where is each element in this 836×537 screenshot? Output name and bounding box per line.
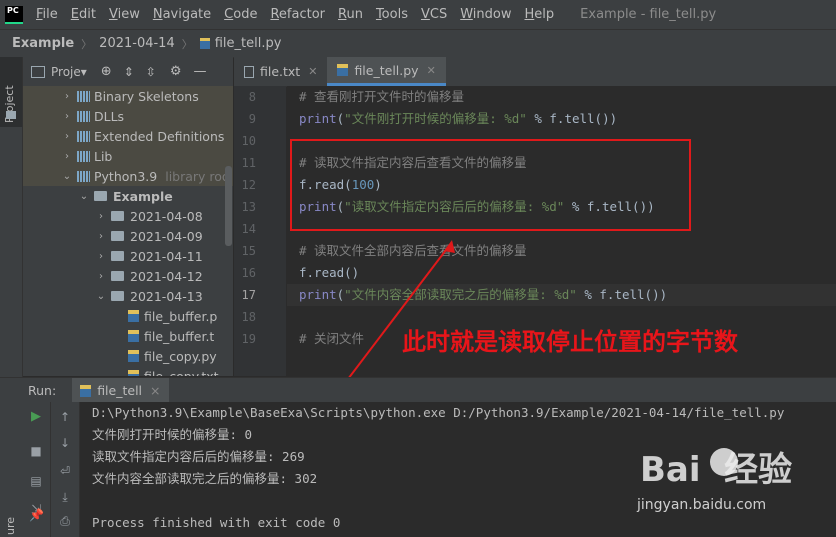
annotation-text: 此时就是读取停止位置的字节数 <box>402 328 738 356</box>
run-panel-header: Run: file_tell × <box>0 377 836 403</box>
layout-icon[interactable]: ▤ <box>29 474 43 488</box>
console-line: 文件内容全部读取完之后的偏移量: 302 <box>92 471 318 486</box>
watermark-url: jingyan.baidu.com <box>637 497 767 513</box>
console-line: Process finished with exit code 0 <box>92 515 341 530</box>
paw-icon <box>710 448 738 476</box>
run-toolbar-secondary: ↑ ↓ ⏎ ⤓ ⎙ <box>51 402 80 537</box>
run-label: Run: <box>28 383 57 398</box>
soft-wrap-icon[interactable]: ⏎ <box>58 464 72 478</box>
python-file-icon <box>80 384 92 397</box>
close-icon[interactable]: × <box>150 383 160 398</box>
run-toolbar-primary: ▶ ■ ▤ ⇲ 📌 <box>22 402 51 537</box>
run-tab-label: file_tell <box>97 383 143 398</box>
console-line: D:\Python3.9\Example\BaseExa\Scripts\pyt… <box>92 405 785 420</box>
arrow-up-icon[interactable]: ↑ <box>58 410 72 424</box>
stop-icon[interactable]: ■ <box>29 444 43 458</box>
print-icon[interactable]: ⎙ <box>58 514 72 528</box>
console-line: 读取文件指定内容后后的偏移量: 269 <box>92 449 305 464</box>
baidu-jingyan-watermark-logo: Bai 经验 <box>640 442 792 491</box>
rerun-icon[interactable]: ▶ <box>29 410 43 424</box>
scroll-to-end-icon[interactable]: ⤓ <box>58 490 72 504</box>
run-tab-file-tell[interactable]: file_tell × <box>72 378 169 403</box>
arrow-down-icon[interactable]: ↓ <box>58 436 72 450</box>
console-line: 文件刚打开时候的偏移量: 0 <box>92 427 253 442</box>
pin-icon[interactable]: 📌 <box>29 508 44 522</box>
